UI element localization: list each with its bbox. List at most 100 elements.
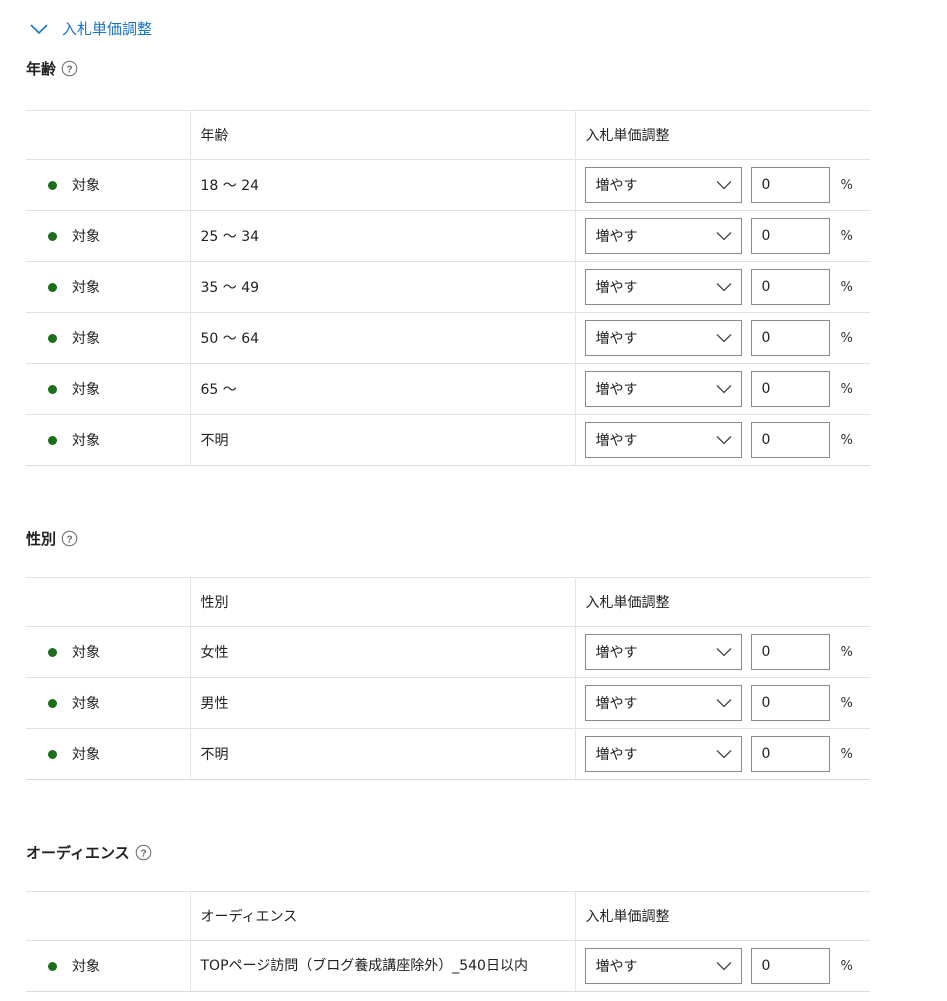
adjust-cell: 増やす% bbox=[574, 261, 870, 313]
direction-dropdown-value: 増やす bbox=[595, 229, 638, 245]
status-indicator: 対象 bbox=[26, 226, 190, 246]
group-title-text: 性別 bbox=[26, 530, 57, 548]
table-header-row: 性別 入札単価調整 bbox=[26, 577, 870, 627]
percent-unit: % bbox=[840, 228, 853, 244]
adjust-cell: 増やす% bbox=[574, 728, 871, 780]
direction-dropdown[interactable]: 増やす bbox=[584, 320, 742, 356]
status-cell: 対象 bbox=[26, 677, 190, 729]
group-title-text: オーディエンス bbox=[26, 844, 130, 862]
table-row: 対象 50 ～ 64 増やす% bbox=[26, 312, 871, 364]
adjust-value-input[interactable] bbox=[750, 736, 830, 772]
status-dot-icon bbox=[48, 384, 57, 394]
adjust-controls: 増やす% bbox=[576, 371, 871, 407]
adjust-controls: 増やす% bbox=[576, 634, 871, 670]
percent-unit: % bbox=[840, 746, 853, 762]
chevron-down-icon bbox=[716, 232, 731, 241]
gender-table: 性別 入札単価調整 対象女性増やす%対象男性増やす%対象不明増やす% bbox=[26, 577, 870, 780]
status-label: 対象 bbox=[72, 747, 100, 763]
segment-label: 女性 bbox=[200, 645, 229, 661]
direction-dropdown[interactable]: 増やす bbox=[584, 634, 742, 670]
adjust-value-input[interactable] bbox=[750, 269, 830, 305]
status-dot-icon bbox=[48, 647, 57, 657]
direction-dropdown[interactable]: 増やす bbox=[584, 685, 742, 721]
adjust-cell: 増やす% bbox=[574, 210, 870, 262]
status-indicator: 対象 bbox=[26, 430, 190, 450]
direction-dropdown-value: 増やす bbox=[595, 747, 638, 763]
status-cell: 対象 bbox=[26, 261, 190, 313]
table-header-row: オーディエンス 入札単価調整 bbox=[26, 891, 870, 941]
status-cell: 対象 bbox=[26, 159, 190, 211]
direction-dropdown[interactable]: 増やす bbox=[584, 736, 742, 772]
direction-dropdown-value: 増やす bbox=[595, 959, 638, 975]
adjust-value-input[interactable] bbox=[750, 371, 830, 407]
direction-dropdown[interactable]: 増やす bbox=[584, 269, 742, 305]
segment-label: 35 ～ 49 bbox=[200, 280, 260, 296]
group-title-text: 年齢 bbox=[26, 60, 57, 78]
status-label: 対象 bbox=[72, 229, 100, 245]
status-column-header bbox=[26, 891, 190, 941]
adjust-value-input[interactable] bbox=[750, 218, 830, 254]
segment-cell: 18 ～ 24 bbox=[189, 159, 575, 211]
adjust-cell: 増やす% bbox=[574, 312, 871, 364]
segment-label: 50 ～ 64 bbox=[200, 331, 260, 347]
percent-unit: % bbox=[840, 279, 853, 295]
percent-unit: % bbox=[840, 695, 853, 711]
adjust-cell: 増やす% bbox=[574, 677, 870, 729]
help-icon[interactable]: ? bbox=[135, 844, 152, 861]
adjust-value-input[interactable] bbox=[750, 685, 830, 721]
table-row: 対象 不明 増やす% bbox=[26, 414, 871, 466]
status-dot-icon bbox=[48, 961, 57, 971]
segment-column-header: 性別 bbox=[189, 577, 575, 627]
status-indicator: 対象 bbox=[26, 956, 190, 976]
adjust-value-input[interactable] bbox=[750, 422, 830, 458]
direction-dropdown[interactable]: 増やす bbox=[584, 422, 742, 458]
segment-column-header: オーディエンス bbox=[189, 891, 575, 941]
adjust-value-input[interactable] bbox=[750, 320, 830, 356]
status-cell: 対象 bbox=[26, 210, 190, 262]
adjust-value-input[interactable] bbox=[750, 634, 830, 670]
help-icon[interactable]: ? bbox=[61, 530, 78, 547]
status-indicator: 対象 bbox=[26, 693, 190, 713]
percent-unit: % bbox=[840, 644, 853, 660]
adjust-controls: 増やす% bbox=[576, 948, 871, 984]
adjust-value-input[interactable] bbox=[750, 167, 830, 203]
status-cell: 対象 bbox=[26, 414, 190, 466]
direction-dropdown-value: 増やす bbox=[595, 433, 638, 449]
status-label: 対象 bbox=[72, 178, 100, 194]
segment-column-header: 年齢 bbox=[189, 110, 575, 160]
status-dot-icon bbox=[48, 749, 57, 759]
segment-cell: 65 ～ bbox=[189, 363, 575, 415]
percent-unit: % bbox=[840, 177, 853, 193]
svg-text:?: ? bbox=[66, 534, 72, 545]
direction-dropdown[interactable]: 増やす bbox=[584, 167, 742, 203]
help-icon[interactable]: ? bbox=[61, 60, 78, 77]
direction-dropdown[interactable]: 増やす bbox=[584, 948, 742, 984]
bid-adjustment-page: 入札単価調整 年齢 ? 年齢 入札単価調整 対象 18 ～ 24 増やす% 対象 25 … bbox=[0, 0, 947, 1001]
adjust-value-input[interactable] bbox=[750, 948, 830, 984]
table-row: 対象 18 ～ 24 増やす% bbox=[26, 159, 870, 211]
direction-dropdown-value: 増やす bbox=[595, 696, 638, 712]
status-dot-icon bbox=[48, 435, 57, 445]
adjust-cell: 増やす% bbox=[574, 940, 871, 992]
status-dot-icon bbox=[48, 282, 57, 292]
segment-cell: 25 ～ 34 bbox=[189, 210, 575, 262]
adjust-controls: 増やす% bbox=[576, 736, 871, 772]
adjust-controls: 増やす% bbox=[576, 422, 871, 458]
chevron-down-icon bbox=[716, 699, 731, 708]
chevron-down-icon bbox=[716, 181, 731, 190]
status-indicator: 対象 bbox=[26, 744, 190, 764]
bid-adjustment-section-toggle[interactable]: 入札単価調整 bbox=[30, 18, 152, 39]
table-row: 対象 65 ～ 増やす% bbox=[26, 363, 871, 415]
direction-dropdown[interactable]: 増やす bbox=[584, 218, 742, 254]
audience-group-title: オーディエンス ? bbox=[26, 842, 152, 863]
chevron-down-icon bbox=[716, 750, 731, 759]
table-row: 対象 男性 増やす% bbox=[26, 677, 870, 729]
segment-label: 不明 bbox=[200, 433, 229, 449]
adjust-controls: 増やす% bbox=[576, 320, 871, 356]
status-label: 対象 bbox=[72, 382, 100, 398]
segment-cell: 男性 bbox=[189, 677, 575, 729]
direction-dropdown[interactable]: 増やす bbox=[584, 371, 742, 407]
adjust-column-header: 入札単価調整 bbox=[574, 577, 870, 627]
segment-cell: 不明 bbox=[189, 728, 575, 780]
direction-dropdown-value: 増やす bbox=[595, 280, 638, 296]
